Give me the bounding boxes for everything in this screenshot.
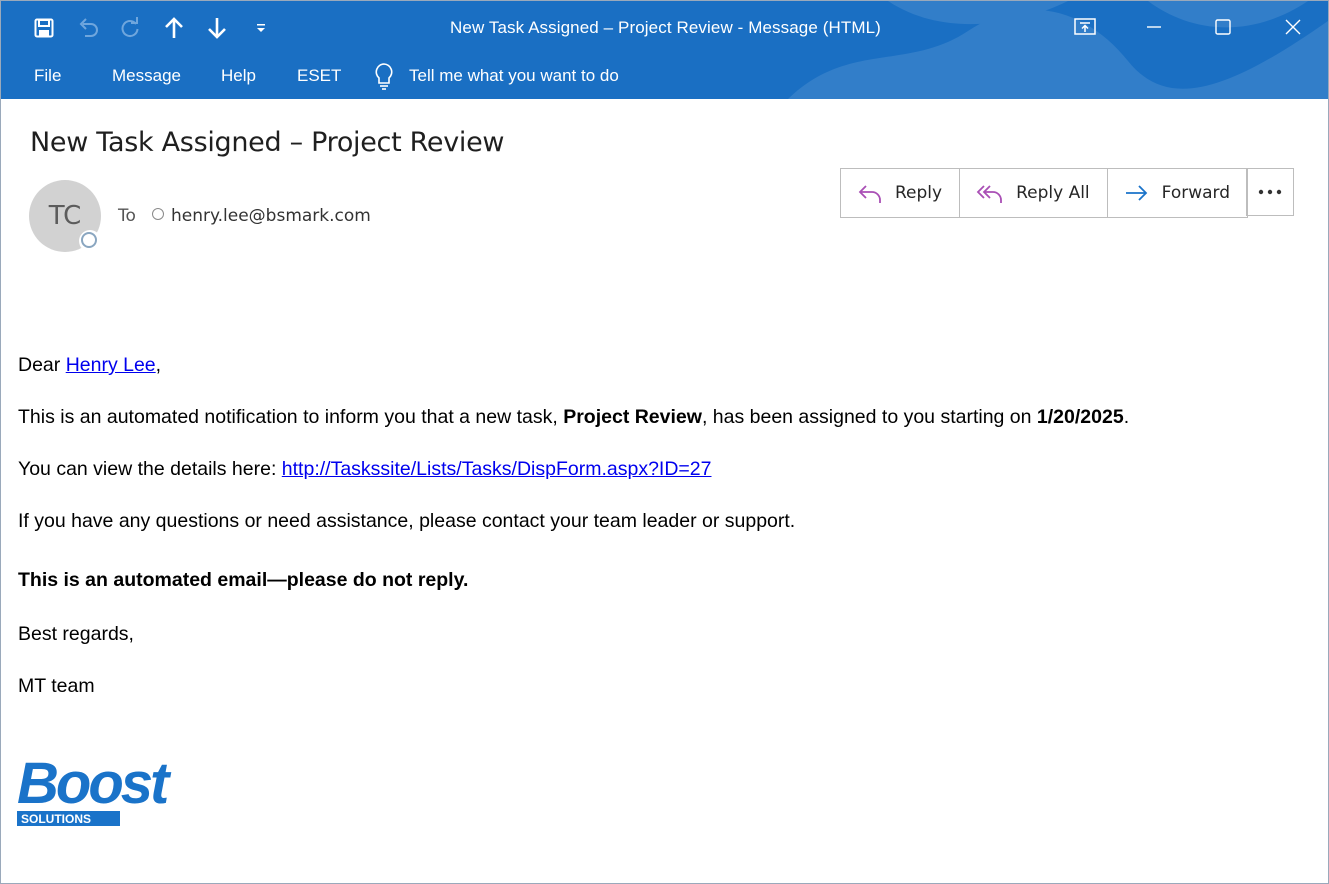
lightbulb-icon (375, 63, 393, 90)
task-name: Project Review (563, 406, 702, 428)
presence-status-icon (81, 232, 97, 248)
response-actions: Reply Reply All Forward (840, 168, 1249, 218)
greeting-line: Dear Henry Lee, (18, 354, 161, 377)
forward-button[interactable]: Forward (1108, 169, 1247, 217)
maximize-icon[interactable] (1201, 7, 1245, 47)
closing-line: Best regards, (18, 623, 134, 645)
reply-all-label: Reply All (1016, 183, 1090, 203)
notice-prefix: This is an automated notification to inf… (18, 406, 564, 428)
outlook-message-window: New Task Assigned – Project Review - Mes… (0, 0, 1329, 884)
message-subject: New Task Assigned – Project Review (30, 127, 505, 158)
notice-line: This is an automated notification to inf… (18, 406, 1129, 429)
reply-label: Reply (895, 183, 943, 203)
reply-button[interactable]: Reply (841, 169, 961, 217)
more-actions-button[interactable] (1246, 168, 1294, 216)
signature-line: MT team (18, 675, 95, 697)
recipient-name-link[interactable]: Henry Lee (66, 354, 156, 376)
reply-icon (858, 185, 881, 203)
close-icon[interactable] (1271, 7, 1315, 47)
more-icon (1258, 189, 1282, 195)
sender-initials: TC (48, 201, 82, 231)
boost-solutions-logo: Boost SOLUTIONS (17, 755, 175, 826)
notice-middle: , has been assigned to you starting on (701, 406, 1037, 428)
questions-line: If you have any questions or need assist… (18, 510, 796, 532)
ribbon-menu: File Message Help ESET Tell me what you … (1, 58, 901, 98)
reply-all-icon (976, 185, 1002, 203)
menu-eset[interactable]: ESET (297, 66, 341, 86)
no-reply-notice: This is an automated email—please do not… (18, 569, 469, 591)
title-bar: New Task Assigned – Project Review - Mes… (1, 1, 1328, 99)
greeting-prefix: Dear (18, 354, 66, 376)
task-details-link[interactable]: http://Taskssite/Lists/Tasks/DispForm.as… (282, 458, 712, 480)
reply-all-button[interactable]: Reply All (960, 169, 1108, 217)
tell-me-search[interactable]: Tell me what you want to do (373, 58, 619, 94)
forward-label: Forward (1161, 183, 1231, 203)
window-title: New Task Assigned – Project Review - Mes… (450, 18, 881, 37)
menu-file[interactable]: File (34, 66, 61, 86)
to-label: To (118, 206, 136, 226)
tell-me-label: Tell me what you want to do (409, 66, 619, 85)
notice-suffix: . (1123, 406, 1130, 428)
forward-icon (1125, 185, 1147, 201)
recipient-presence-icon (152, 208, 164, 220)
svg-text:Boost: Boost (17, 755, 172, 816)
menu-message[interactable]: Message (112, 66, 181, 86)
details-line: You can view the details here: http://Ta… (18, 458, 712, 481)
start-date: 1/20/2025 (1036, 406, 1124, 428)
details-prefix: You can view the details here: (18, 458, 282, 480)
greeting-suffix: , (155, 354, 162, 376)
recipient-address[interactable]: henry.lee@bsmark.com (171, 206, 371, 226)
minimize-icon[interactable] (1132, 7, 1176, 47)
menu-help[interactable]: Help (221, 66, 256, 86)
restore-ribbon-icon[interactable] (1063, 7, 1107, 47)
svg-text:SOLUTIONS: SOLUTIONS (21, 812, 91, 826)
